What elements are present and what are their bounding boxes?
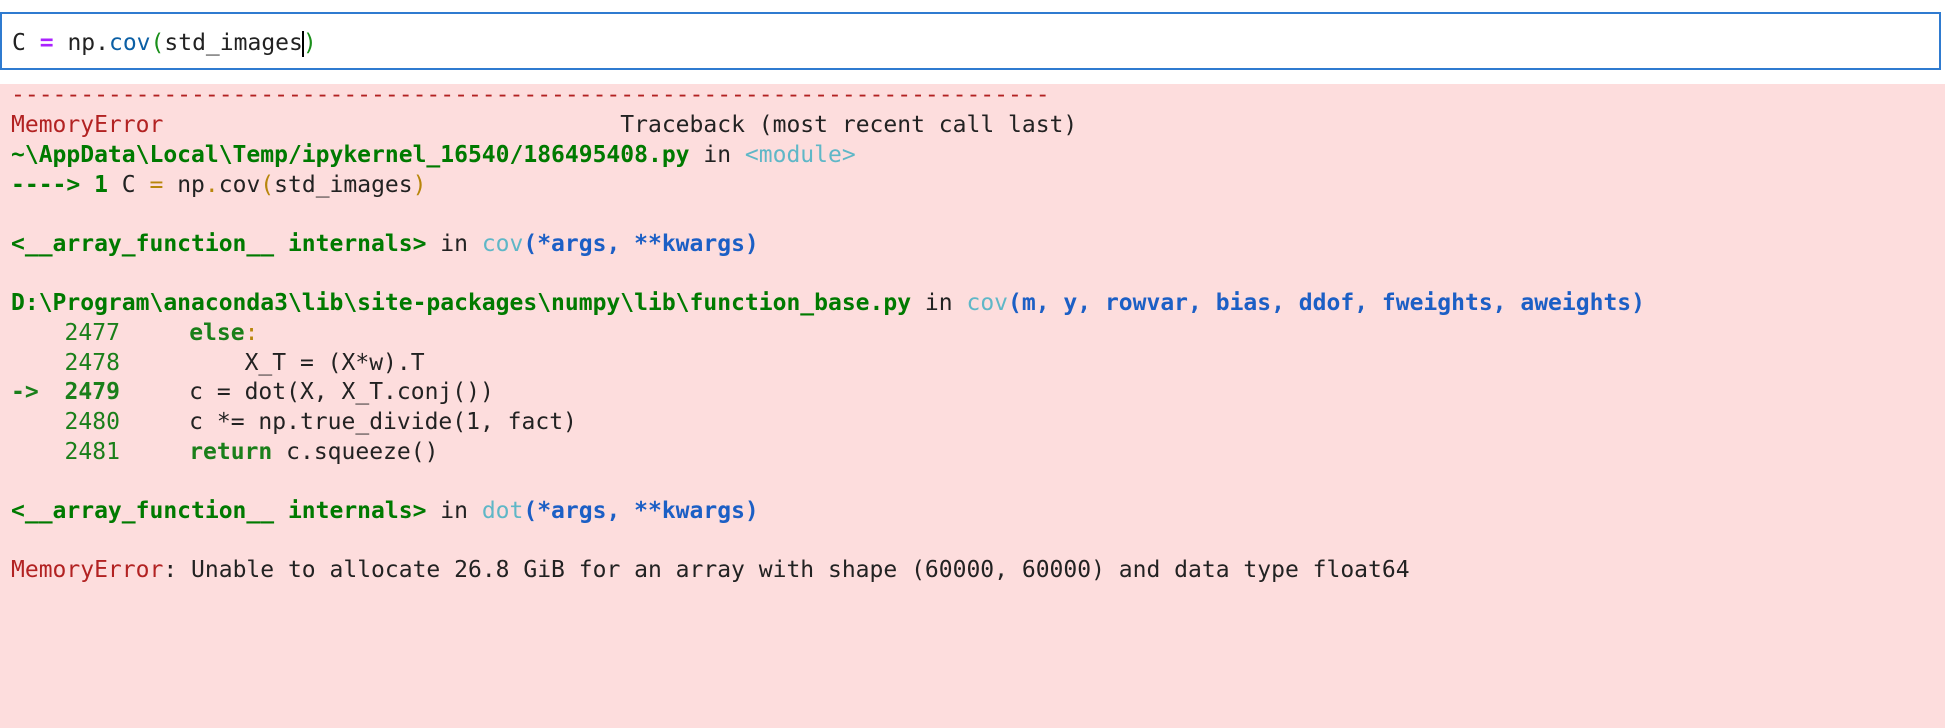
frame-1-code-module: np	[163, 172, 205, 198]
frame-1-code-fn: cov	[218, 172, 261, 198]
line-arrow: ->	[11, 379, 53, 405]
frame-1-in: in	[689, 142, 745, 168]
source-line-2478: 2478 X_T = (X*w).T	[11, 348, 425, 378]
frame-1-code-dot: .	[204, 172, 219, 198]
final-error-name: MemoryError	[11, 557, 164, 583]
line-number: 2478	[64, 350, 120, 376]
code-line[interactable]: C = np.cov(std_images)	[12, 28, 317, 58]
keyword: return	[189, 439, 273, 465]
code-paren-open: (	[150, 30, 165, 56]
line-arrow	[11, 439, 53, 465]
frame-4-location: <__array_function__ internals> in dot(*a…	[11, 496, 759, 526]
frame-1-path: ~\AppData\Local\Temp/ipykernel_16540/186…	[11, 142, 690, 168]
final-error-line: MemoryError: Unable to allocate 26.8 GiB…	[11, 555, 1410, 585]
frame-1-code-eq: =	[149, 172, 164, 198]
line-number: 2480	[64, 409, 120, 435]
frame-3-in: in	[911, 290, 967, 316]
line-number: 2479	[64, 379, 120, 405]
frame-2-path: <__array_function__ internals>	[11, 231, 427, 257]
source-line-2480: 2480 c *= np.true_divide(1, fact)	[11, 407, 577, 437]
source-line-2479: -> 2479 c = dot(X, X_T.conj())	[11, 377, 494, 407]
frame-1-code: ----> 1 C = np.cov(std_images)	[11, 170, 427, 200]
frame-1-code-var: C	[107, 172, 150, 198]
frame-4-path: <__array_function__ internals>	[11, 498, 427, 524]
line-text: c = dot(X, X_T.conj())	[133, 379, 494, 405]
line-number: 2481	[64, 439, 120, 465]
frame-2-location: <__array_function__ internals> in cov(*a…	[11, 229, 759, 259]
line-text: c *= np.true_divide(1, fact)	[133, 409, 577, 435]
traceback-header-label: Traceback (most recent call last)	[620, 112, 1078, 138]
code-cell-input[interactable]: C = np.cov(std_images)	[0, 12, 1941, 70]
frame-4-args: (*args, **kwargs)	[523, 498, 759, 524]
traceback-divider: ----------------------------------------…	[11, 82, 1050, 108]
line-text: c.squeeze()	[272, 439, 439, 465]
line-text: :	[244, 320, 259, 346]
frame-1-arrow: ----> 1	[11, 172, 108, 198]
frame-4-in: in	[426, 498, 482, 524]
code-function: cov	[108, 30, 151, 56]
code-argument: std_images	[164, 30, 303, 56]
error-name: MemoryError	[11, 112, 164, 138]
line-arrow	[11, 320, 53, 346]
frame-3-location: D:\Program\anaconda3\lib\site-packages\n…	[11, 288, 1645, 318]
frame-3-args: (m, y, rowvar, bias, ddof, fweights, awe…	[1008, 290, 1645, 316]
line-number: 2477	[64, 320, 120, 346]
frame-1-code-arg: std_images	[274, 172, 413, 198]
error-output: ----------------------------------------…	[0, 82, 1945, 728]
frame-1-code-paren-close: )	[412, 172, 427, 198]
frame-3-path: D:\Program\anaconda3\lib\site-packages\n…	[11, 290, 912, 316]
source-line-2477: 2477 else:	[11, 318, 259, 348]
code-var: C	[12, 30, 26, 56]
line-text: X_T = (X*w).T	[133, 350, 425, 376]
code-paren-close: )	[302, 30, 317, 56]
code-operator: =	[39, 30, 54, 56]
frame-4-fn: dot	[481, 498, 524, 524]
frame-2-in: in	[426, 231, 482, 257]
frame-2-args: (*args, **kwargs)	[523, 231, 759, 257]
frame-1-scope: <module>	[744, 142, 856, 168]
frame-2-fn: cov	[481, 231, 524, 257]
frame-1-location: ~\AppData\Local\Temp/ipykernel_16540/186…	[11, 140, 856, 170]
source-line-2481: 2481 return c.squeeze()	[11, 437, 439, 467]
keyword: else	[189, 320, 245, 346]
final-error-message: : Unable to allocate 26.8 GiB for an arr…	[163, 557, 1410, 583]
code-module: np.	[67, 30, 109, 56]
line-arrow	[11, 350, 53, 376]
frame-3-fn: cov	[966, 290, 1009, 316]
traceback-header: MemoryError Traceback (most recent call …	[11, 110, 1077, 140]
line-arrow	[11, 409, 53, 435]
frame-1-code-paren-open: (	[260, 172, 275, 198]
